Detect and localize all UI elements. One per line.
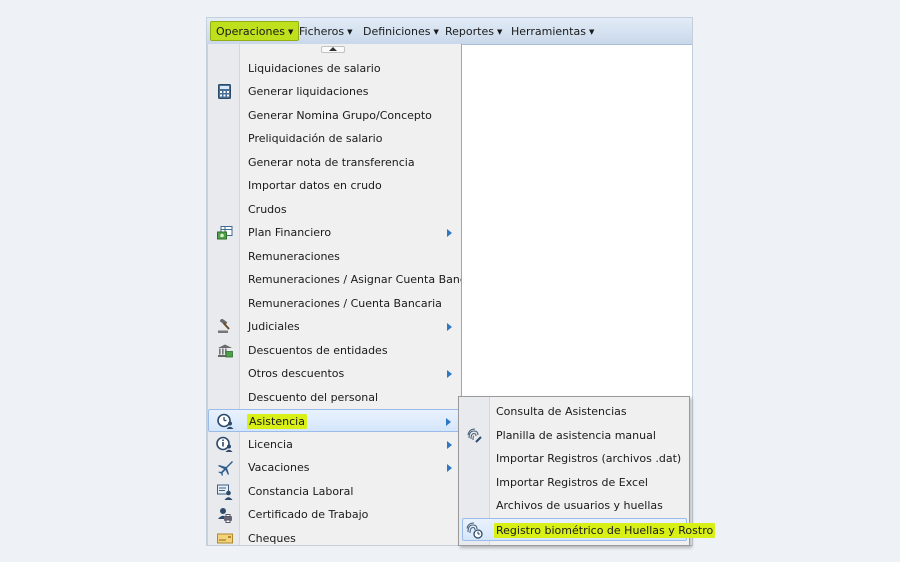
menu-item-vacaciones[interactable]: Vacaciones [208,456,461,479]
menu-item-label: Plan Financiero [248,226,332,239]
menu-item-constancia-laboral[interactable]: Constancia Laboral [208,480,461,503]
submenu-item-consulta-de-asistencias[interactable]: Consulta de Asistencias [459,400,689,423]
submenu-item-registro-biometrico[interactable]: Registro biométrico de Huellas y Rostro [462,518,716,541]
menu-item-label: Descuentos de entidades [248,344,388,357]
menu-herramientas[interactable]: Herramientas ▼ [505,21,600,41]
menu-item-label: Registro biométrico de Huellas y Rostro [494,519,716,542]
submenu-arrow-icon [447,229,452,237]
menu-item-label: Generar Nomina Grupo/Concepto [248,109,432,122]
submenu-arrow-icon [447,441,452,449]
menu-bar: Operaciones ▼ Ficheros ▼ Definiciones ▼ Rep… [207,18,692,45]
menu-item-cheques[interactable]: Cheques [208,527,461,545]
submenu-arrow-icon [447,323,452,331]
menu-item-label: Vacaciones [248,461,310,474]
submenu-item-planilla-de-asistencia-manual[interactable]: Planilla de asistencia manual [459,424,689,447]
menu-item-label: Asistencia [247,410,307,433]
id-card-icon [216,483,233,500]
menu-ficheros[interactable]: Ficheros ▼ [293,21,359,41]
submenu-item-importar-registros-dat[interactable]: Importar Registros (archivos .dat) [459,447,689,470]
fingerprint-pen-icon [465,427,482,444]
user-printer-icon [216,506,233,523]
menu-item-remuneraciones-asignar-cuenta-bancaria[interactable]: Remuneraciones / Asignar Cuenta Bancaria [208,268,461,291]
menu-item-liquidaciones-de-salario[interactable]: Liquidaciones de salario [208,57,461,80]
submenu-item-archivos-de-usuarios-y-huellas[interactable]: Archivos de usuarios y huellas [459,494,689,517]
menu-reportes[interactable]: Reportes ▼ [439,21,508,41]
menu-item-generar-liquidaciones[interactable]: Generar liquidaciones [208,80,461,103]
menu-item-label: Certificado de Trabajo [248,508,369,521]
menu-item-label: Importar Registros (archivos .dat) [496,452,682,465]
menu-item-label: Importar Registros de Excel [496,476,648,489]
menu-label: Ficheros [299,25,345,38]
menu-label: Reportes [445,25,494,38]
menu-label: Herramientas [511,25,586,38]
menu-item-label: Generar liquidaciones [248,85,369,98]
menu-item-label: Importar datos en crudo [248,179,382,192]
operaciones-dropdown: Liquidaciones de salario Generar liquida… [207,44,462,545]
submenu-arrow-icon [446,418,451,426]
menu-item-label: Cheques [248,532,296,545]
scroll-up-button[interactable] [321,46,345,53]
menu-definiciones[interactable]: Definiciones ▼ [357,21,445,41]
menu-item-preliquidacion-de-salario[interactable]: Preliquidación de salario [208,127,461,150]
fingerprint-clock-icon [466,522,483,539]
menu-item-descuentos-de-entidades[interactable]: Descuentos de entidades [208,339,461,362]
airplane-icon [216,459,233,476]
menu-operaciones[interactable]: Operaciones ▼ [210,21,300,41]
menu-label: Definiciones [363,25,431,38]
calculator-icon [216,83,233,100]
menu-item-label: Licencia [248,438,293,451]
menu-item-asistencia[interactable]: Asistencia [208,409,461,432]
menu-item-label: Remuneraciones / Cuenta Bancaria [248,297,442,310]
asistencia-submenu: Consulta de Asistencias Planilla de asis… [458,396,716,546]
menu-item-generar-nomina-grupo-concepto[interactable]: Generar Nomina Grupo/Concepto [208,104,461,127]
menu-item-judiciales[interactable]: Judiciales [208,315,461,338]
menu-item-label: Planilla de asistencia manual [496,429,656,442]
highlighted-label: Asistencia [247,414,307,429]
menu-item-label: Crudos [248,203,287,216]
user-clock-icon [217,413,234,430]
menu-item-label: Consulta de Asistencias [496,405,627,418]
menu-item-label: Remuneraciones [248,250,340,263]
menu-item-descuento-del-personal[interactable]: Descuento del personal [208,386,461,409]
menu-item-label: Preliquidación de salario [248,132,383,145]
menu-item-certificado-de-trabajo[interactable]: Certificado de Trabajo [208,503,461,526]
menu-item-remuneraciones-cuenta-bancaria[interactable]: Remuneraciones / Cuenta Bancaria [208,292,461,315]
user-info-icon [216,436,233,453]
highlighted-label: Registro biométrico de Huellas y Rostro [494,523,716,538]
gavel-icon [216,318,233,335]
menu-item-label: Remuneraciones / Asignar Cuenta Bancaria [248,273,461,286]
menu-item-label: Otros descuentos [248,367,345,380]
menu-item-crudos[interactable]: Crudos [208,198,461,221]
menu-item-licencia[interactable]: Licencia [208,433,461,456]
menu-item-importar-datos-en-crudo[interactable]: Importar datos en crudo [208,174,461,197]
caret-down-icon: ▼ [347,28,353,36]
menu-item-generar-nota-de-transferencia[interactable]: Generar nota de transferencia [208,151,461,174]
menu-item-otros-descuentos[interactable]: Otros descuentos [208,362,461,385]
caret-down-icon: ▼ [588,28,595,36]
caret-down-icon: ▼ [496,28,503,36]
cheque-icon [216,530,233,545]
menu-item-label: Judiciales [248,320,300,333]
menu-item-label: Archivos de usuarios y huellas [496,499,663,512]
menu-item-label: Constancia Laboral [248,485,354,498]
submenu-arrow-icon [447,464,452,472]
menu-item-label: Liquidaciones de salario [248,62,381,75]
menu-item-plan-financiero[interactable]: Plan Financiero [208,221,461,244]
bank-icon [216,342,233,359]
submenu-arrow-icon [447,370,452,378]
menu-item-label: Generar nota de transferencia [248,156,415,169]
submenu-item-importar-registros-excel[interactable]: Importar Registros de Excel [459,471,689,494]
menu-item-remuneraciones[interactable]: Remuneraciones [208,245,461,268]
money-table-icon [216,224,233,241]
menu-item-label: Descuento del personal [248,391,379,404]
menu-label: Operaciones [216,25,285,38]
